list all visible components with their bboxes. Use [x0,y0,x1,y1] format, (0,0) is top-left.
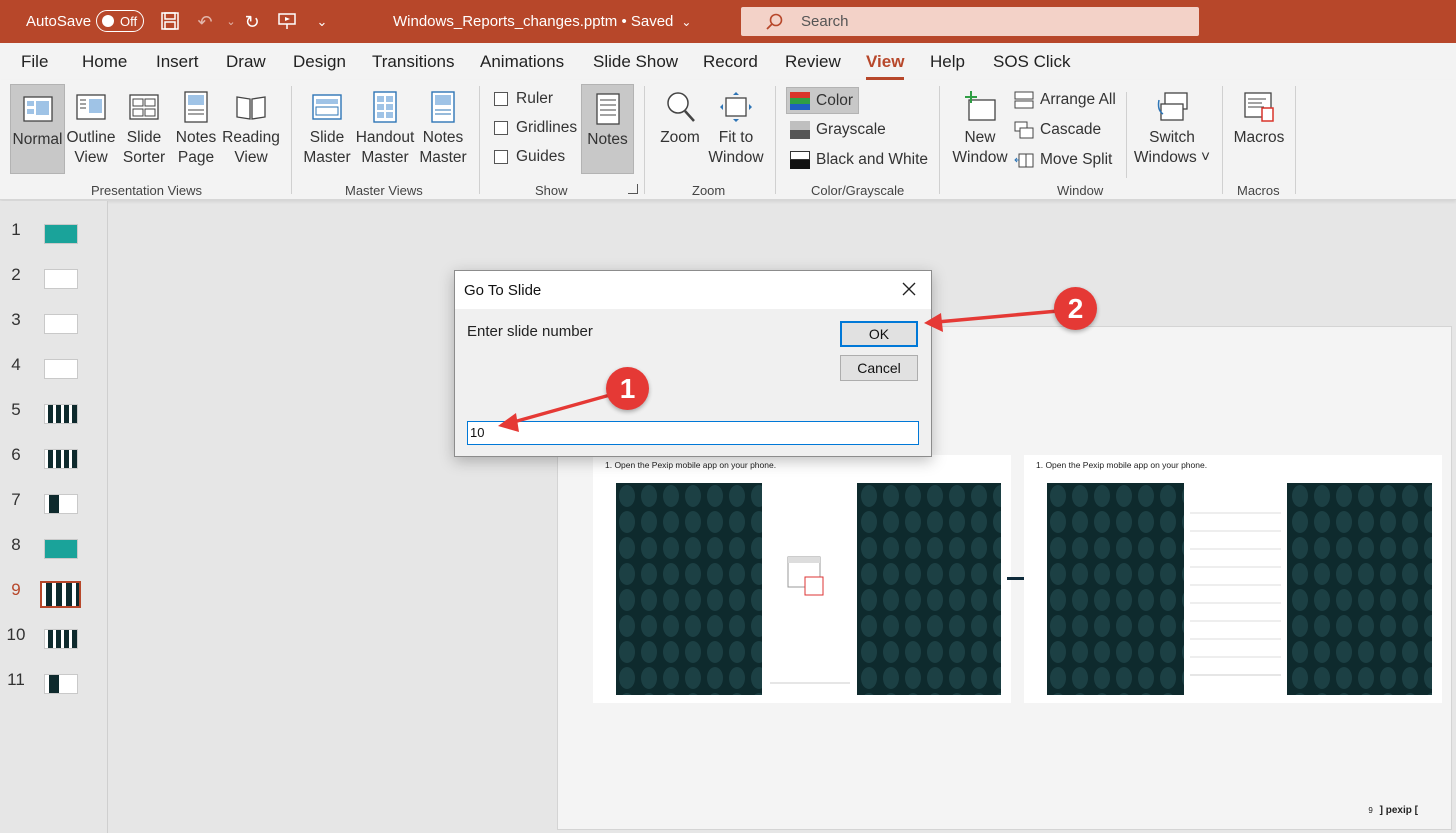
annotation-arrows [498,309,1059,432]
annotation-badge-2: 2 [1054,287,1097,330]
annotation-badge-1: 1 [606,367,649,410]
